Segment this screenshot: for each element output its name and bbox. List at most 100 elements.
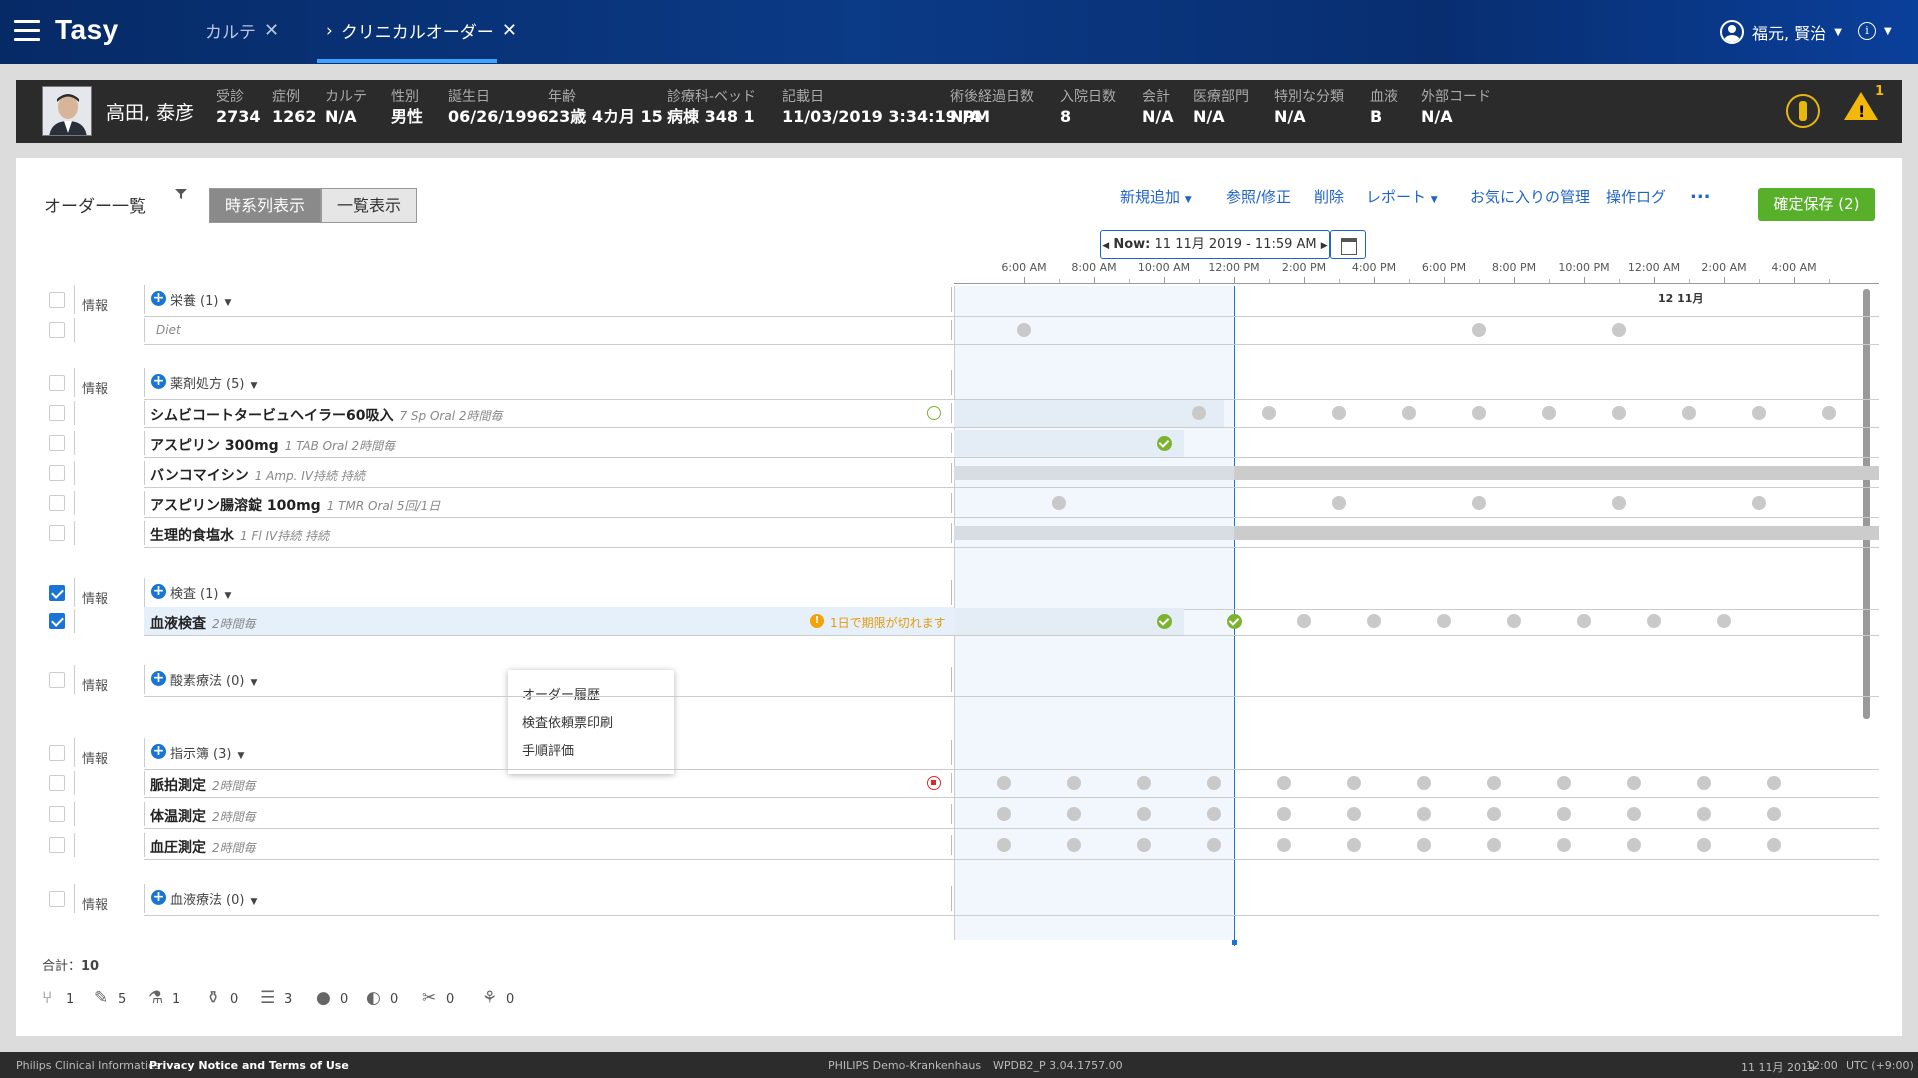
add-order-icon[interactable]: + (151, 291, 166, 306)
order-name[interactable]: 脈拍測定 2時間毎 (150, 775, 256, 795)
procedure-icon[interactable]: ✂ (422, 988, 436, 1008)
radiation-icon[interactable]: ◐ (366, 988, 381, 1008)
scheduled-dose-dot[interactable] (1717, 614, 1731, 628)
row-checkbox[interactable] (49, 744, 65, 761)
scheduled-dose-dot[interactable] (1277, 776, 1291, 790)
group-header[interactable]: 血液療法 (0) ▼ (170, 889, 257, 908)
oxygen-icon[interactable]: ⚱ (206, 988, 220, 1008)
scheduled-dose-dot[interactable] (1417, 807, 1431, 821)
scheduled-dose-dot[interactable] (1472, 496, 1486, 510)
scheduled-dose-dot[interactable] (1277, 838, 1291, 852)
timeline-view-button[interactable]: 時系列表示 (209, 188, 321, 223)
scheduled-dose-dot[interactable] (1417, 776, 1431, 790)
scheduled-dose-dot[interactable] (1207, 807, 1221, 821)
row-checkbox[interactable] (49, 806, 65, 822)
previous-arrow-icon[interactable]: ◀ (1102, 241, 1109, 251)
stop-icon[interactable] (927, 776, 941, 790)
order-name[interactable]: Diet (150, 322, 181, 338)
scheduled-dose-dot[interactable] (1137, 776, 1151, 790)
scheduled-dose-dot[interactable] (1557, 776, 1571, 790)
lab-icon[interactable]: ⚗ (148, 988, 163, 1008)
scheduled-dose-dot[interactable] (1052, 496, 1066, 510)
scheduled-dose-dot[interactable] (1297, 614, 1311, 628)
order-name[interactable]: 血圧測定 2時間毎 (150, 837, 256, 857)
recovery-icon[interactable]: ⚘ (482, 988, 497, 1008)
scheduled-dose-dot[interactable] (1557, 807, 1571, 821)
delete-button[interactable]: 削除 (1314, 186, 1344, 207)
view-edit-button[interactable]: 参照/修正 (1226, 186, 1291, 207)
scheduled-dose-dot[interactable] (1752, 496, 1766, 510)
scheduled-dose-dot[interactable] (1347, 838, 1361, 852)
completed-check-icon[interactable] (1227, 614, 1242, 629)
list-view-button[interactable]: 一覧表示 (321, 188, 417, 223)
scheduled-dose-dot[interactable] (1557, 838, 1571, 852)
add-order-icon[interactable]: + (151, 671, 166, 686)
scheduled-dose-dot[interactable] (997, 776, 1011, 790)
order-name[interactable]: アスピリン腸溶錠 100mg 1 TMR Oral 5回/1日 (150, 495, 440, 515)
row-checkbox[interactable] (49, 525, 65, 541)
scheduled-dose-dot[interactable] (1682, 406, 1696, 420)
scheduled-dose-dot[interactable] (1207, 838, 1221, 852)
filter-icon[interactable] (174, 188, 188, 200)
group-header[interactable]: 薬剤処方 (5) ▼ (170, 373, 257, 392)
row-checkbox[interactable] (49, 613, 65, 629)
blood-icon[interactable]: ● (316, 988, 331, 1008)
scheduled-dose-dot[interactable] (997, 838, 1011, 852)
report-menu[interactable]: レポート ▼ (1366, 186, 1438, 207)
row-checkbox[interactable] (49, 775, 65, 791)
scheduled-dose-dot[interactable] (1627, 776, 1641, 790)
add-order-icon[interactable]: + (151, 374, 166, 389)
completed-check-icon[interactable] (1157, 614, 1172, 629)
scheduled-dose-dot[interactable] (1347, 776, 1361, 790)
row-checkbox[interactable] (49, 465, 65, 481)
scheduled-dose-dot[interactable] (1067, 776, 1081, 790)
scheduled-dose-dot[interactable] (1472, 406, 1486, 420)
row-checkbox[interactable] (49, 890, 65, 907)
calendar-icon[interactable] (1330, 230, 1366, 259)
user-menu[interactable]: 福元, 賢治 ▼ (1720, 20, 1842, 44)
scheduled-dose-dot[interactable] (1017, 323, 1031, 337)
more-actions-button[interactable]: ... (1690, 182, 1711, 203)
scheduled-dose-dot[interactable] (1262, 406, 1276, 420)
manage-favorites-button[interactable]: お気に入りの管理 (1470, 186, 1590, 207)
scheduled-dose-dot[interactable] (1822, 406, 1836, 420)
scheduled-dose-dot[interactable] (1767, 838, 1781, 852)
privacy-link[interactable]: Privacy Notice and Terms of Use (149, 1059, 349, 1072)
scheduled-dose-dot[interactable] (1612, 496, 1626, 510)
scheduled-dose-dot[interactable] (1332, 496, 1346, 510)
scheduled-dose-dot[interactable] (1647, 614, 1661, 628)
scheduled-dose-dot[interactable] (1542, 406, 1556, 420)
scheduled-dose-dot[interactable] (1627, 838, 1641, 852)
scheduled-dose-dot[interactable] (1332, 406, 1346, 420)
row-checkbox[interactable] (49, 495, 65, 511)
scheduled-dose-dot[interactable] (1487, 838, 1501, 852)
add-order-icon[interactable]: + (151, 584, 166, 599)
info-menu[interactable]: i ▼ (1858, 22, 1892, 40)
group-header[interactable]: 指示簿 (3) ▼ (170, 743, 244, 762)
scheduled-dose-dot[interactable] (1627, 807, 1641, 821)
scheduled-dose-dot[interactable] (997, 807, 1011, 821)
add-new-menu[interactable]: 新規追加 ▼ (1120, 186, 1192, 207)
menu-item-procedure-evaluation[interactable]: 手順評価 (522, 740, 574, 759)
scheduled-dose-dot[interactable] (1367, 614, 1381, 628)
order-name[interactable]: 生理的食塩水 1 Fl IV持続 持続 (150, 525, 329, 545)
scheduled-dose-dot[interactable] (1507, 614, 1521, 628)
scheduled-dose-dot[interactable] (1137, 807, 1151, 821)
syringe-icon[interactable]: ✎ (94, 988, 108, 1008)
order-name[interactable]: アスピリン 300mg 1 TAB Oral 2時間毎 (150, 435, 395, 455)
scheduled-dose-dot[interactable] (1402, 406, 1416, 420)
completed-check-icon[interactable] (1157, 436, 1172, 451)
scheduled-dose-dot[interactable] (1067, 838, 1081, 852)
add-order-icon[interactable]: + (151, 890, 166, 905)
scheduled-dose-dot[interactable] (1697, 838, 1711, 852)
scheduled-dose-dot[interactable] (1487, 807, 1501, 821)
add-order-icon[interactable]: + (151, 744, 166, 759)
close-icon[interactable]: ✕ (502, 20, 517, 41)
close-icon[interactable]: ✕ (264, 20, 279, 41)
order-name[interactable]: 体温測定 2時間毎 (150, 806, 256, 826)
vertical-scrollbar[interactable] (1863, 289, 1870, 719)
row-checkbox[interactable] (49, 322, 65, 338)
hamburger-menu-icon[interactable] (14, 20, 40, 42)
confirm-save-button[interactable]: 確定保存 (2) (1758, 188, 1875, 221)
scheduled-dose-dot[interactable] (1437, 614, 1451, 628)
